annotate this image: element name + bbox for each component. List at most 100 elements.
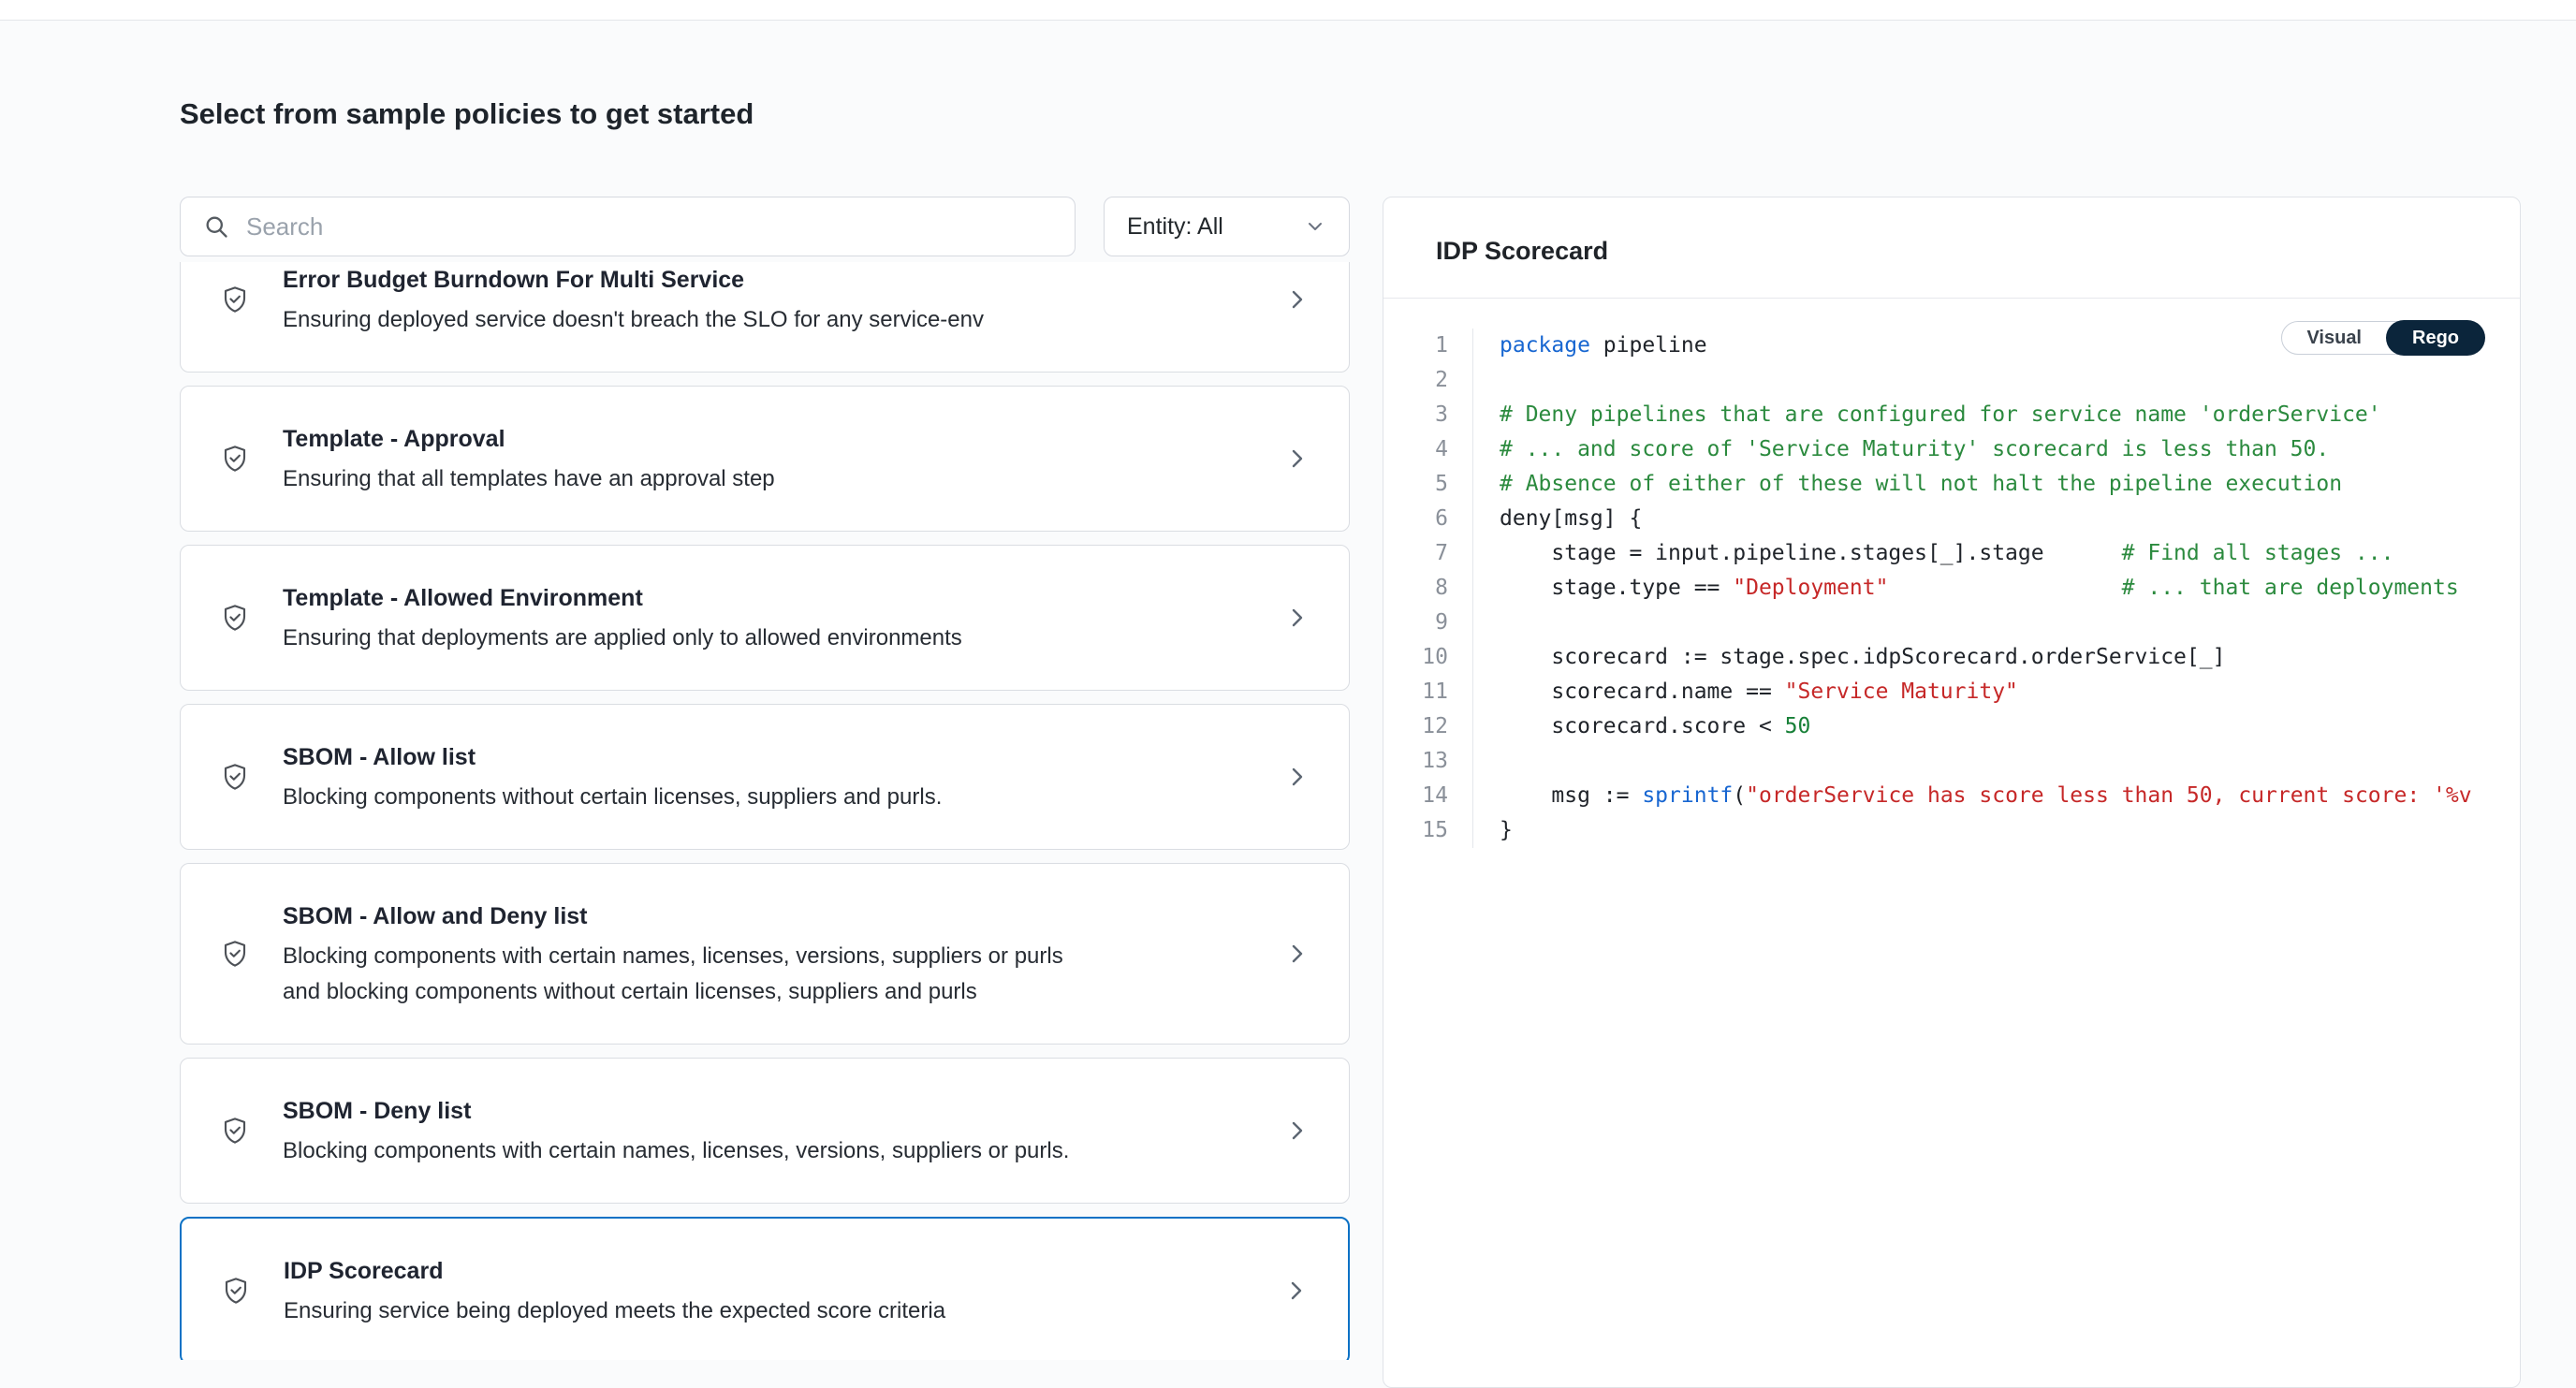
code-line-content: # Absence of either of these will not ha… — [1473, 467, 2342, 502]
top-bar — [0, 0, 2576, 21]
policy-card-text: Template - Allowed Environment Ensuring … — [283, 579, 1265, 656]
policy-card-description: Blocking components without certain lice… — [283, 780, 1078, 815]
search-icon — [203, 213, 229, 240]
line-number: 7 — [1383, 536, 1473, 571]
policy-list: Error Budget Burndown For Multi Service … — [180, 262, 1350, 1360]
policy-card[interactable]: IDP Scorecard Ensuring service being dep… — [180, 1217, 1350, 1360]
code-line-content: } — [1473, 813, 1513, 848]
list-toolbar: Entity: All — [180, 197, 1350, 256]
policy-card[interactable]: SBOM - Allow and Deny list Blocking comp… — [180, 863, 1350, 1045]
code-line-content: scorecard.name == "Service Maturity" — [1473, 675, 2018, 709]
shield-check-icon — [220, 939, 250, 969]
code-line-content: # Deny pipelines that are configured for… — [1473, 398, 2381, 432]
line-number: 9 — [1383, 606, 1473, 640]
detail-panel-title: IDP Scorecard — [1436, 237, 2467, 266]
sample-policies-page: Select from sample policies to get start… — [0, 97, 2576, 1360]
policy-card-description: Ensuring deployed service doesn't breach… — [283, 302, 1078, 338]
view-toggle: Visual Rego — [2281, 321, 2484, 355]
policy-card[interactable]: SBOM - Deny list Blocking components wit… — [180, 1058, 1350, 1204]
chevron-right-icon — [1283, 940, 1311, 968]
policy-card-description: Ensuring that deployments are applied on… — [283, 621, 1078, 656]
code-line-content: msg := sprintf("orderService has score l… — [1473, 779, 2472, 813]
code-line-content: stage.type == "Deployment" # ... that ar… — [1473, 571, 2459, 606]
code-line: 9 — [1383, 606, 2520, 640]
policy-card[interactable]: SBOM - Allow list Blocking components wi… — [180, 704, 1350, 850]
line-number: 1 — [1383, 329, 1473, 363]
policy-card-title: SBOM - Allow and Deny list — [283, 898, 1265, 935]
shield-check-icon — [220, 444, 250, 474]
line-number: 8 — [1383, 571, 1473, 606]
policy-card-title: IDP Scorecard — [284, 1252, 1264, 1290]
chevron-right-icon — [1283, 763, 1311, 791]
line-number: 10 — [1383, 640, 1473, 675]
policy-list-column: Entity: All Error Budget Burndown For Mu… — [180, 197, 1350, 1360]
code-line: 6 deny[msg] { — [1383, 502, 2520, 536]
page-title: Select from sample policies to get start… — [180, 97, 2521, 131]
policy-card[interactable]: Template - Allowed Environment Ensuring … — [180, 545, 1350, 691]
policy-card[interactable]: Template - Approval Ensuring that all te… — [180, 386, 1350, 532]
line-number: 14 — [1383, 779, 1473, 813]
line-number: 4 — [1383, 432, 1473, 467]
code-line: 11 scorecard.name == "Service Maturity" — [1383, 675, 2520, 709]
code-line: 13 — [1383, 744, 2520, 779]
line-number: 12 — [1383, 709, 1473, 744]
chevron-down-icon — [1304, 215, 1326, 238]
chevron-right-icon — [1283, 1117, 1311, 1145]
code-line: 8 stage.type == "Deployment" # ... that … — [1383, 571, 2520, 606]
policy-card-text: SBOM - Deny list Blocking components wit… — [283, 1092, 1265, 1169]
detail-panel-header: IDP Scorecard — [1383, 197, 2520, 299]
code-line: 5 # Absence of either of these will not … — [1383, 467, 2520, 502]
policy-card-text: SBOM - Allow and Deny list Blocking comp… — [283, 898, 1265, 1010]
line-number: 6 — [1383, 502, 1473, 536]
code-line: 3 # Deny pipelines that are configured f… — [1383, 398, 2520, 432]
code-lines: 1 package pipeline 2 3 # Deny pipelines … — [1383, 329, 2520, 848]
policy-card-description: Ensuring service being deployed meets th… — [284, 1293, 1079, 1329]
entity-filter-label: Entity: All — [1127, 213, 1223, 241]
code-line: 12 scorecard.score < 50 — [1383, 709, 2520, 744]
policy-card-description: Ensuring that all templates have an appr… — [283, 461, 1078, 497]
chevron-right-icon — [1283, 285, 1311, 314]
code-line: 10 scorecard := stage.spec.idpScorecard.… — [1383, 640, 2520, 675]
line-number: 13 — [1383, 744, 1473, 779]
chevron-right-icon — [1282, 1277, 1310, 1305]
policy-detail-panel: IDP Scorecard Visual Rego 1 package pipe… — [1383, 197, 2521, 1388]
code-line-content: scorecard.score < 50 — [1473, 709, 1810, 744]
shield-check-icon — [220, 603, 250, 633]
code-line: 14 msg := sprintf("orderService has scor… — [1383, 779, 2520, 813]
code-line: 2 — [1383, 363, 2520, 398]
policy-card-description: Blocking components with certain names, … — [283, 1133, 1078, 1169]
shield-check-icon — [220, 762, 250, 792]
code-line-content: scorecard := stage.spec.idpScorecard.ord… — [1473, 640, 2225, 675]
chevron-right-icon — [1283, 604, 1311, 632]
visual-view-button[interactable]: Visual — [2282, 322, 2386, 354]
code-line-content: package pipeline — [1473, 329, 1707, 363]
rego-view-button[interactable]: Rego — [2386, 320, 2485, 356]
policy-card-text: SBOM - Allow list Blocking components wi… — [283, 738, 1265, 815]
code-line-content — [1473, 363, 1500, 398]
code-line: 7 stage = input.pipeline.stages[_].stage… — [1383, 536, 2520, 571]
policy-card-text: IDP Scorecard Ensuring service being dep… — [284, 1252, 1264, 1329]
policy-card-title: Error Budget Burndown For Multi Service — [283, 262, 1265, 299]
shield-check-icon — [220, 1116, 250, 1146]
search-input[interactable] — [246, 212, 1052, 241]
search-box[interactable] — [180, 197, 1076, 256]
code-line: 15 } — [1383, 813, 2520, 848]
policy-card-text: Template - Approval Ensuring that all te… — [283, 420, 1265, 497]
policy-card[interactable]: Error Budget Burndown For Multi Service … — [180, 262, 1350, 373]
policy-card-title: Template - Approval — [283, 420, 1265, 458]
line-number: 5 — [1383, 467, 1473, 502]
code-line-content — [1473, 606, 1500, 640]
entity-filter-dropdown[interactable]: Entity: All — [1104, 197, 1350, 256]
code-line-content: # ... and score of 'Service Maturity' sc… — [1473, 432, 2329, 467]
code-line-content — [1473, 744, 1500, 779]
code-editor: Visual Rego 1 package pipeline 2 3 # Den… — [1383, 299, 2520, 848]
policy-card-title: SBOM - Deny list — [283, 1092, 1265, 1130]
line-number: 11 — [1383, 675, 1473, 709]
policy-card-description: Blocking components with certain names, … — [283, 939, 1078, 1010]
line-number: 2 — [1383, 363, 1473, 398]
line-number: 15 — [1383, 813, 1473, 848]
chevron-right-icon — [1283, 445, 1311, 473]
policy-card-text: Error Budget Burndown For Multi Service … — [283, 262, 1265, 338]
line-number: 3 — [1383, 398, 1473, 432]
policy-card-title: SBOM - Allow list — [283, 738, 1265, 776]
